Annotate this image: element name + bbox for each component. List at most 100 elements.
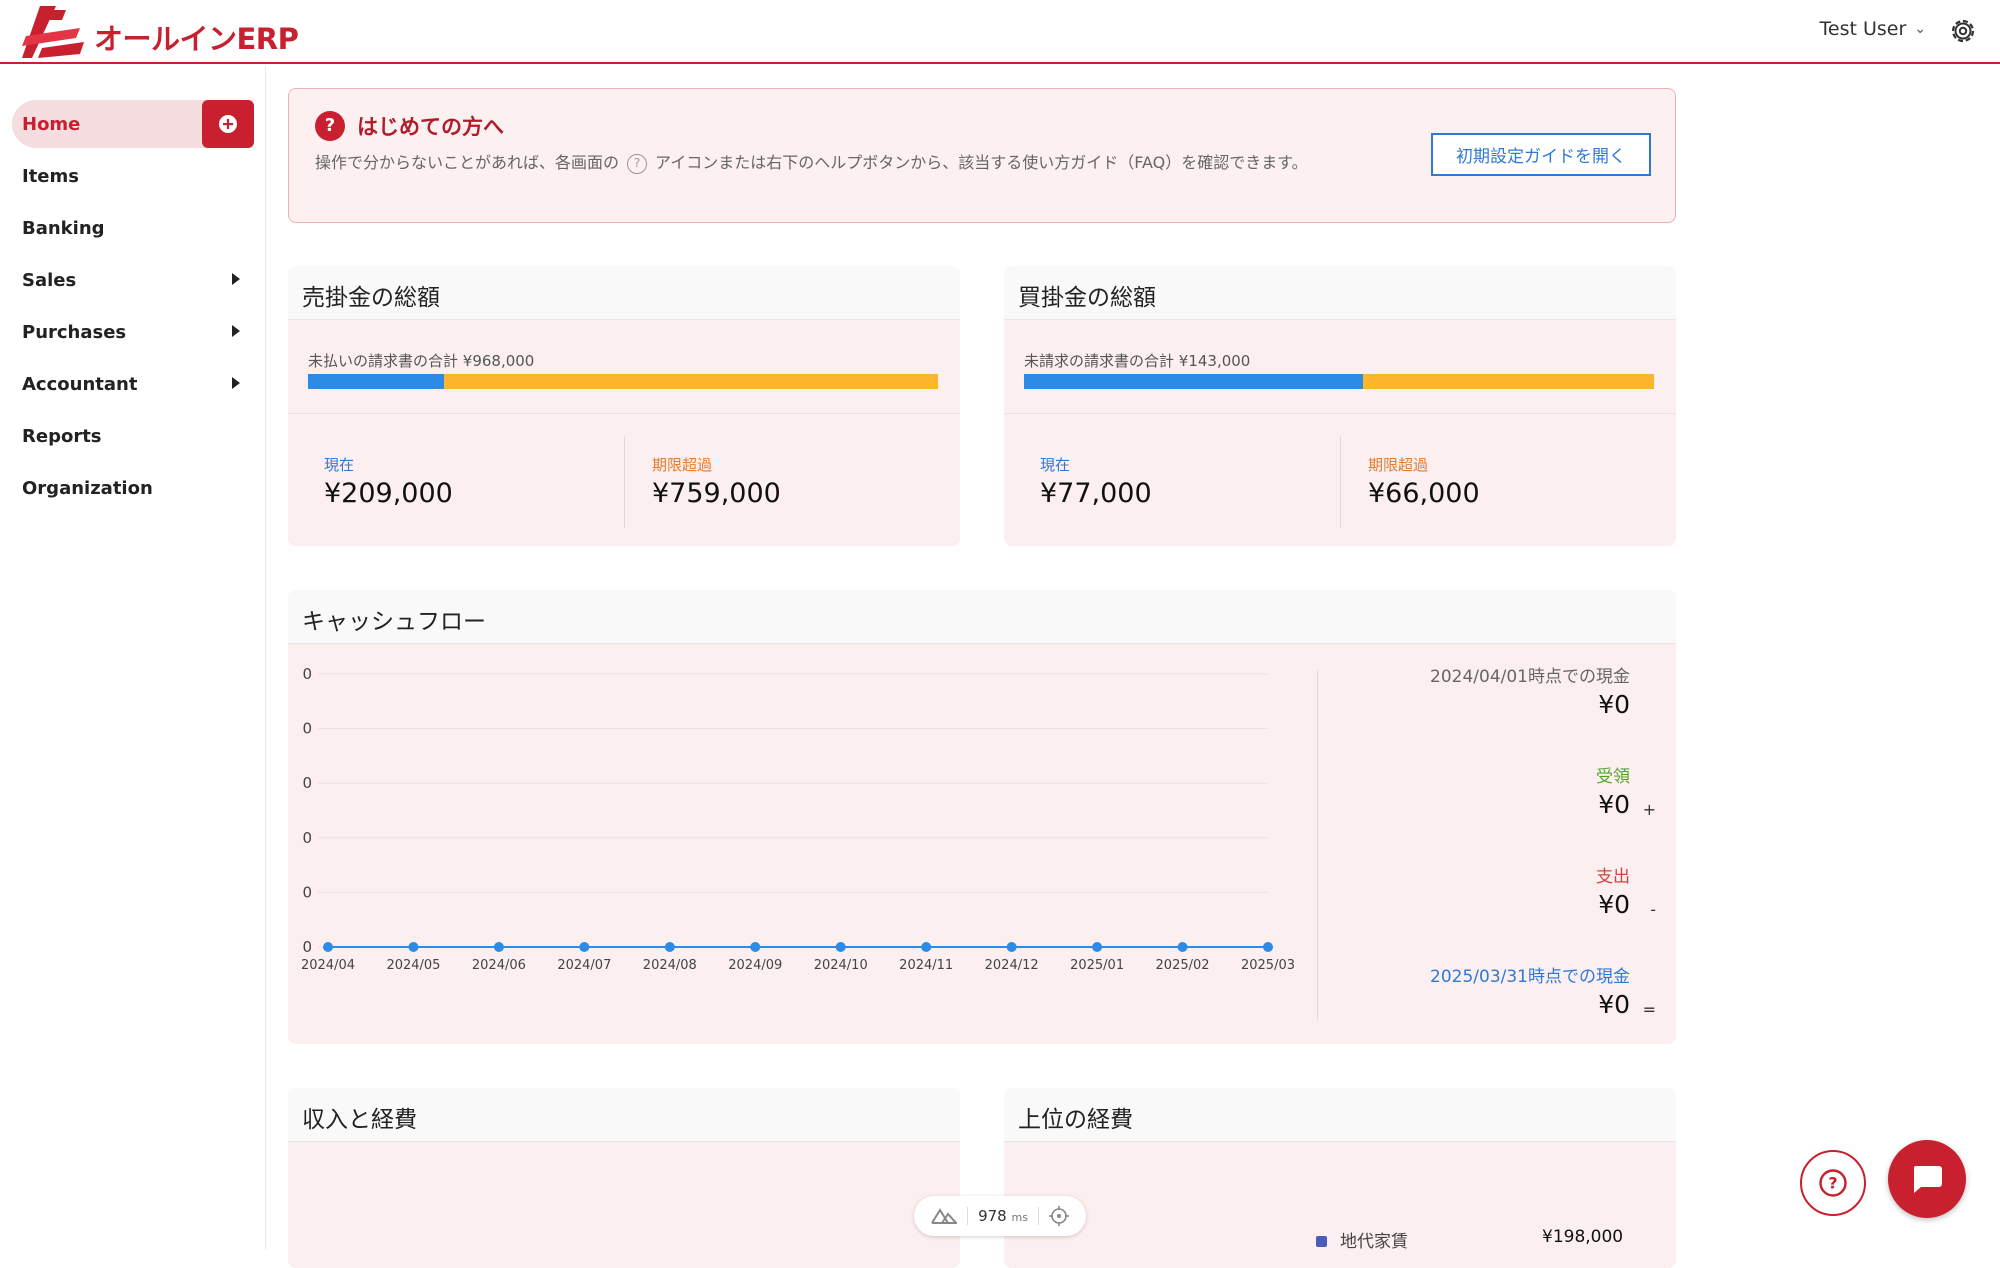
question-icon: ?: [315, 111, 345, 141]
payables-bar: [1024, 374, 1654, 389]
sidebar-item-home[interactable]: Home: [12, 100, 254, 148]
sidebar-item-label: Organization: [22, 477, 153, 499]
sidebar-item-label: Reports: [22, 425, 102, 447]
gear-icon[interactable]: [1948, 16, 1978, 46]
card-header: 売掛金の総額: [288, 266, 960, 320]
help-button[interactable]: ?: [1800, 1150, 1866, 1216]
x-tick-label: 2024/10: [814, 958, 868, 973]
banner-desc-after: アイコンまたは右下のヘルプボタンから、該当する使い方ガイド（FAQ）を確認できま…: [655, 153, 1308, 172]
data-point[interactable]: [921, 942, 932, 952]
card-header: 上位の経費: [1004, 1088, 1676, 1142]
x-tick-label: 2024/05: [386, 958, 440, 973]
card-header: 買掛金の総額: [1004, 266, 1676, 320]
help-circle-icon: ?: [1819, 1169, 1847, 1197]
payables-current-value[interactable]: ¥77,000: [1040, 478, 1152, 509]
payables-overdue-value[interactable]: ¥66,000: [1368, 478, 1480, 509]
divider: [624, 436, 625, 528]
divider: [1004, 413, 1676, 414]
receivables-title: 売掛金の総額: [302, 285, 440, 311]
data-point[interactable]: [1006, 942, 1017, 952]
sidebar-item-sales[interactable]: Sales: [12, 256, 254, 304]
sidebar-item-organization[interactable]: Organization: [12, 464, 254, 512]
payables-title: 買掛金の総額: [1018, 285, 1156, 311]
y-tick-label: 0: [302, 938, 312, 956]
banner-desc-before: 操作で分からないことがあれば、各画面の: [315, 153, 620, 172]
opening-cash-label: 2024/04/01時点での現金: [1430, 667, 1630, 687]
data-point[interactable]: [1092, 942, 1103, 952]
chevron-down-icon: ⌄: [1914, 21, 1926, 37]
receivables-subtitle: 未払いの請求書の合計 ¥968,000: [308, 352, 535, 370]
payables-overdue-label: 期限超過: [1368, 456, 1429, 474]
receivables-bar-overdue: [444, 374, 938, 389]
sidebar-item-reports[interactable]: Reports: [12, 412, 254, 460]
add-button[interactable]: [202, 100, 254, 148]
data-point[interactable]: [1177, 942, 1188, 952]
income-expense-card: 収入と経費: [288, 1088, 960, 1268]
divider: [288, 413, 960, 414]
y-tick-label: 0: [302, 665, 312, 683]
sidebar-item-banking[interactable]: Banking: [12, 204, 254, 252]
payables-bar-overdue: [1362, 374, 1654, 389]
data-point[interactable]: [664, 942, 675, 952]
logo-text[interactable]: オールインERP: [94, 16, 299, 58]
divider: [1317, 670, 1318, 1020]
sidebar-item-accountant[interactable]: Accountant: [12, 360, 254, 408]
data-point[interactable]: [579, 942, 590, 952]
x-tick-label: 2025/01: [1070, 958, 1124, 973]
caret-right-icon: [232, 325, 240, 337]
payables-subtitle: 未請求の請求書の合計 ¥143,000: [1024, 352, 1251, 370]
user-menu[interactable]: Test User ⌄: [1820, 18, 1927, 40]
received-label: 受領: [1596, 767, 1630, 787]
cashflow-chart: 0 0 0 0 0 0 2024/04 2024/05 2024/06 2024/07 2024/0…: [301, 665, 1295, 973]
top-expenses-title: 上位の経費: [1018, 1107, 1133, 1133]
x-tick-label: 2024/12: [985, 958, 1039, 973]
data-point[interactable]: [835, 942, 846, 952]
closing-cash-label: 2025/03/31時点での現金: [1430, 967, 1630, 987]
x-tick-label: 2024/09: [728, 958, 782, 973]
plus-circle-icon: [219, 115, 237, 133]
divider: [1340, 436, 1341, 528]
help-circle-icon: ?: [627, 153, 648, 174]
receivables-overdue-label: 期限超過: [652, 456, 713, 474]
sidebar-item-purchases[interactable]: Purchases: [12, 308, 254, 356]
expense-value: ¥198,000: [1542, 1227, 1624, 1247]
minus-sign: -: [1650, 900, 1656, 919]
sidebar-item-label: Purchases: [22, 321, 127, 343]
perf-value: 978 ms: [978, 1207, 1028, 1225]
divider: [967, 1207, 969, 1225]
data-point[interactable]: [408, 942, 419, 952]
logo-icon[interactable]: [22, 6, 84, 58]
top-expenses-card: 上位の経費 地代家賃 ¥198,000: [1004, 1088, 1676, 1268]
user-name: Test User: [1819, 18, 1907, 40]
opening-cash-value: ¥0: [1598, 690, 1630, 719]
receivables-current-value[interactable]: ¥209,000: [324, 478, 453, 509]
sidebar-item-label: Accountant: [22, 373, 138, 395]
x-tick-label: 2024/07: [557, 958, 611, 973]
payables-current-label: 現在: [1040, 456, 1071, 474]
data-point[interactable]: [493, 942, 504, 952]
x-tick-label: 2025/02: [1156, 958, 1210, 973]
data-point[interactable]: [323, 942, 333, 952]
x-tick-label: 2024/11: [899, 958, 953, 973]
banner-title: はじめての方へ: [357, 115, 504, 139]
open-setup-guide-button[interactable]: 初期設定ガイドを開く: [1431, 133, 1651, 176]
sidebar-item-label: Items: [22, 165, 79, 187]
payables-card: 買掛金の総額 未請求の請求書の合計 ¥143,000 現在 ¥77,000 期限…: [1004, 266, 1676, 546]
svg-text:?: ?: [1828, 1174, 1837, 1193]
x-tick-label: 2024/08: [643, 958, 697, 973]
receivables-bar: [308, 374, 938, 389]
nuxt-icon: [931, 1208, 958, 1224]
sidebar-item-label: Banking: [22, 217, 105, 239]
banner-description: 操作で分からないことがあれば、各画面の? アイコンまたは右下のヘルプボタンから、該…: [315, 149, 1445, 177]
y-tick-label: 0: [302, 883, 312, 901]
data-point[interactable]: [750, 942, 761, 952]
receivables-card: 売掛金の総額 未払いの請求書の合計 ¥968,000 現在 ¥209,000 期…: [288, 266, 960, 546]
plus-sign: +: [1642, 800, 1656, 819]
sidebar: Home Items Banking Sales Purchases Accou…: [0, 66, 266, 1250]
sidebar-item-items[interactable]: Items: [12, 152, 254, 200]
perf-badge[interactable]: 978 ms: [914, 1196, 1086, 1236]
data-point[interactable]: [1263, 942, 1273, 952]
chat-button[interactable]: [1888, 1140, 1966, 1218]
receivables-overdue-value[interactable]: ¥759,000: [652, 478, 781, 509]
crosshair-icon[interactable]: [1048, 1206, 1069, 1226]
